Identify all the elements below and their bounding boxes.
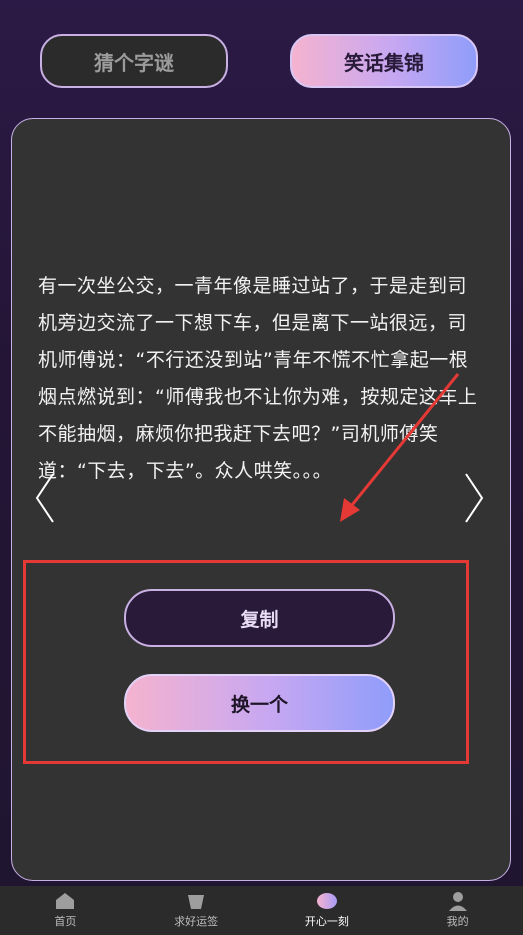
nav-item-happy-moment[interactable]: 开心一刻	[262, 886, 393, 935]
tab-riddles-label: 猜个字谜	[94, 50, 174, 75]
next-joke-button[interactable]: 换一个	[124, 674, 395, 732]
joke-text: 有一次坐公交，一青年像是睡过站了，于是走到司机旁边交流了一下想下车，但是离下一站…	[38, 275, 478, 482]
tab-jokes-label: 笑话集锦	[344, 50, 424, 75]
nav-item-profile[interactable]: 我的	[392, 886, 523, 935]
copy-button-label: 复制	[240, 608, 279, 631]
next-joke-button-label: 换一个	[230, 693, 288, 716]
joke-card	[11, 118, 511, 881]
previous-arrow-icon[interactable]	[33, 470, 57, 526]
copy-button[interactable]: 复制	[124, 589, 395, 647]
nav-item-fortune[interactable]: 求好运签	[131, 886, 262, 935]
bottom-nav: 首页 求好运签 开心一刻 我的	[0, 886, 523, 935]
nav-label-happy-moment: 开心一刻	[304, 915, 349, 928]
category-tabs: 猜个字谜 笑话集锦	[0, 34, 523, 90]
smile-icon	[316, 893, 337, 909]
nav-label-home: 首页	[54, 915, 77, 928]
tab-riddles[interactable]: 猜个字谜	[40, 34, 228, 88]
nav-label-profile: 我的	[446, 915, 469, 928]
home-icon	[56, 893, 75, 909]
nav-item-home[interactable]: 首页	[0, 886, 131, 935]
tab-jokes[interactable]: 笑话集锦	[290, 34, 478, 88]
fortune-icon	[188, 895, 205, 909]
nav-label-fortune: 求好运签	[174, 915, 219, 928]
next-arrow-icon[interactable]	[462, 470, 486, 526]
user-icon	[448, 892, 467, 911]
